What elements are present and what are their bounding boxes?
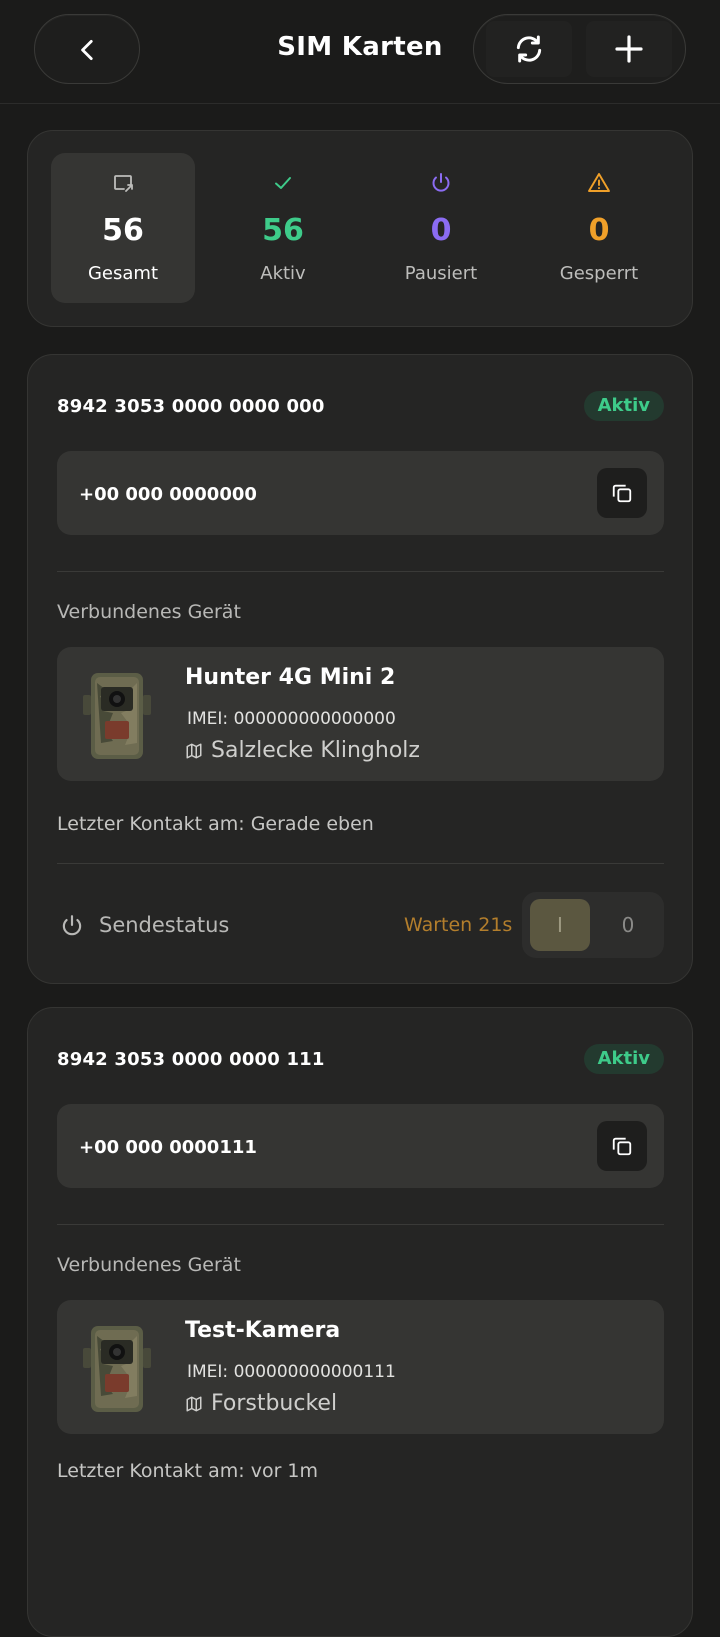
send-status-toggle[interactable]: I 0 [522,892,664,958]
status-badge: Aktiv [583,391,664,421]
check-icon [275,177,291,189]
power-icon [432,173,450,192]
stat-label: Pausiert [404,263,478,284]
copy-button[interactable] [597,468,647,518]
divider [57,1224,664,1225]
refresh-button[interactable] [486,21,572,77]
send-status-label: Sendestatus [99,913,230,937]
divider [57,571,664,572]
stat-blocked[interactable]: 0 Gesperrt [527,153,671,303]
device-imei: IMEI: 000000000000111 [187,1362,396,1382]
device-name: Test-Kamera [185,1318,341,1343]
toggle-off[interactable]: 0 [598,899,658,951]
copy-icon [612,1137,632,1156]
last-contact: Letzter Kontakt am: vor 1m [57,1460,319,1482]
chevron-left-icon [81,39,93,61]
stat-value: 56 [262,213,304,248]
stat-label: Gesamt [87,263,159,284]
refresh-icon [516,35,542,63]
phone-number-field: +00 000 0000111 [57,1104,664,1188]
device-item[interactable]: Test-Kamera IMEI: 000000000000111 Forstb… [57,1300,664,1434]
wait-timer: Warten 21s [404,914,513,936]
stat-value: 56 [102,213,144,248]
connected-device-label: Verbundenes Gerät [57,601,241,623]
stat-label: Gesperrt [559,263,639,284]
map-icon [186,743,202,758]
add-sim-button[interactable] [586,21,672,77]
sim-iccid: 8942 3053 0000 0000 111 [57,1049,325,1070]
header-actions [473,14,686,84]
divider [57,863,664,864]
location-text: Forstbuckel [211,1391,338,1416]
sim-screen-icon [114,175,133,192]
stats-card: 56 Gesamt 56 Aktiv 0 Pausiert 0 Gesperrt [27,130,693,327]
device-name: Hunter 4G Mini 2 [185,665,396,690]
stat-total[interactable]: 56 Gesamt [51,153,195,303]
copy-icon [612,484,632,503]
stat-value: 0 [588,213,610,248]
stat-label: Aktiv [260,263,306,284]
sim-card: 8942 3053 0000 0000 111 Aktiv +00 000 00… [27,1007,693,1637]
location-text: Salzlecke Klingholz [211,738,420,763]
warning-icon [588,173,610,192]
page-title: SIM Karten [277,32,443,62]
back-button[interactable] [34,14,140,84]
device-location: Salzlecke Klingholz [185,738,420,763]
copy-button[interactable] [597,1121,647,1171]
device-location: Forstbuckel [185,1391,337,1416]
camera-thumbnail [83,1326,151,1412]
power-icon [62,915,82,936]
connected-device-label: Verbundenes Gerät [57,1254,241,1276]
stat-value: 0 [430,213,452,248]
stat-paused[interactable]: 0 Pausiert [369,153,513,303]
phone-number-field: +00 000 0000000 [57,451,664,535]
stat-active[interactable]: 56 Aktiv [211,153,355,303]
phone-number: +00 000 0000111 [79,1137,257,1158]
plus-icon [615,35,643,63]
sim-card: 8942 3053 0000 0000 000 Aktiv +00 000 00… [27,354,693,984]
send-status-row: Sendestatus Warten 21s I 0 [57,892,664,960]
camera-thumbnail [83,673,151,759]
sim-iccid: 8942 3053 0000 0000 000 [57,396,325,417]
status-badge: Aktiv [583,1044,664,1074]
top-bar: SIM Karten [0,0,720,104]
map-icon [186,1396,202,1411]
phone-number: +00 000 0000000 [79,484,257,505]
device-imei: IMEI: 000000000000000 [187,709,396,729]
last-contact: Letzter Kontakt am: Gerade eben [57,813,374,835]
toggle-on[interactable]: I [530,899,590,951]
device-item[interactable]: Hunter 4G Mini 2 IMEI: 000000000000000 S… [57,647,664,781]
